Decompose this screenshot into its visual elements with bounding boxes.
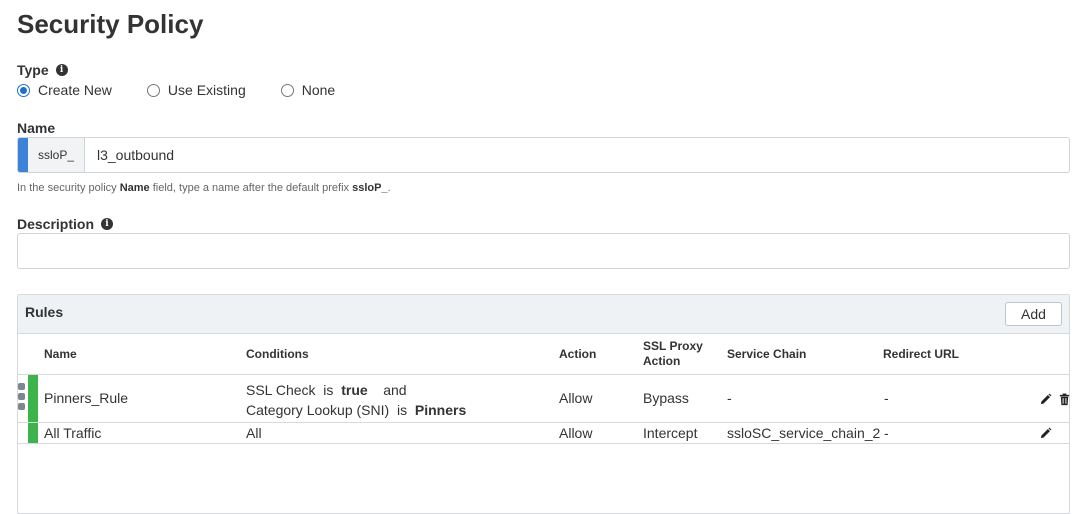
rules-header: Rules Add xyxy=(18,295,1069,334)
col-ssl-proxy-line2: Action xyxy=(643,354,681,368)
rule-service-chain: - xyxy=(727,390,732,406)
rule-conditions: SSL Check is true and Category Lookup (S… xyxy=(246,382,467,418)
rule-service-chain: ssloSC_service_chain_2 xyxy=(727,425,881,441)
info-icon[interactable]: i xyxy=(55,64,68,76)
type-label: Type xyxy=(17,62,49,78)
rules-panel: Rules Add Name Conditions Action SSL Pro… xyxy=(17,294,1070,514)
page-title: Security Policy xyxy=(17,9,204,39)
type-radio-group: Create New Use Existing None xyxy=(17,82,370,98)
name-field: ssloP_ xyxy=(17,137,1070,173)
status-indicator xyxy=(28,375,38,422)
drag-handle-icon[interactable] xyxy=(18,383,25,411)
name-input[interactable] xyxy=(85,138,1069,172)
radio-use-existing[interactable]: Use Existing xyxy=(146,82,246,98)
rule-action: Allow xyxy=(559,425,593,441)
info-icon[interactable]: i xyxy=(101,218,114,230)
rules-table-header: Name Conditions Action SSL Proxy Action … xyxy=(18,334,1069,375)
name-label: Name xyxy=(17,120,56,136)
radio-create-new-label: Create New xyxy=(38,82,112,98)
name-help-text: In the security policy Name field, type … xyxy=(17,182,391,194)
rules-title: Rules xyxy=(25,304,64,320)
radio-none[interactable]: None xyxy=(280,82,336,98)
trash-icon[interactable] xyxy=(1058,393,1071,406)
pencil-icon[interactable] xyxy=(1039,393,1052,406)
radio-none-button[interactable] xyxy=(280,83,294,97)
radio-use-existing-button[interactable] xyxy=(146,83,160,97)
rule-conditions: All xyxy=(246,425,262,441)
col-ssl-proxy-action[interactable]: SSL Proxy Action xyxy=(643,339,703,369)
col-action[interactable]: Action xyxy=(559,347,596,362)
add-rule-button[interactable]: Add xyxy=(1005,302,1062,326)
type-label-group: Type i xyxy=(17,62,68,78)
description-label: Description xyxy=(17,216,95,232)
description-input[interactable] xyxy=(17,233,1070,269)
status-indicator xyxy=(28,423,38,443)
col-redirect-url[interactable]: Redirect URL xyxy=(883,347,959,362)
rule-ssl-proxy-action: Bypass xyxy=(643,390,689,406)
rule-name: All Traffic xyxy=(44,425,102,441)
rule-ssl-proxy-action: Intercept xyxy=(643,425,698,441)
col-service-chain[interactable]: Service Chain xyxy=(727,347,806,362)
radio-create-new[interactable]: Create New xyxy=(17,82,112,98)
rule-redirect-url: - xyxy=(884,390,889,406)
radio-create-new-button[interactable] xyxy=(17,83,30,97)
name-prefix: ssloP_ xyxy=(18,138,85,172)
description-label-group: Description i xyxy=(17,216,114,232)
col-ssl-proxy-line1: SSL Proxy xyxy=(643,339,703,353)
col-name[interactable]: Name xyxy=(44,347,77,362)
rule-action: Allow xyxy=(559,390,593,406)
rule-redirect-url: - xyxy=(884,425,889,441)
table-row[interactable]: Pinners_Rule SSL Check is true and Categ… xyxy=(18,375,1071,423)
rule-name: Pinners_Rule xyxy=(44,390,129,406)
radio-none-label: None xyxy=(301,82,336,98)
radio-use-existing-label: Use Existing xyxy=(167,82,246,98)
col-conditions[interactable]: Conditions xyxy=(246,347,309,362)
table-row[interactable]: All Traffic All Allow Intercept ssloSC_s… xyxy=(18,423,1069,444)
pencil-icon[interactable] xyxy=(1039,427,1052,440)
